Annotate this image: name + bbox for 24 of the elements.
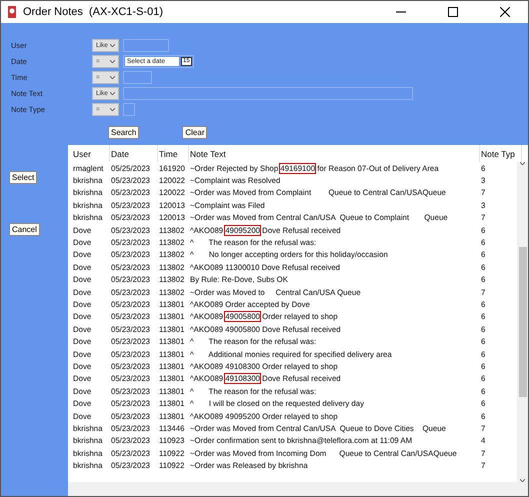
clear-button[interactable]: Clear bbox=[182, 126, 208, 139]
chevron-down-icon bbox=[110, 76, 115, 78]
maximize-icon bbox=[448, 7, 458, 17]
column-header[interactable]: User bbox=[72, 145, 110, 162]
filter-input[interactable] bbox=[123, 38, 169, 52]
filter-input[interactable] bbox=[123, 70, 152, 84]
chevron-down-icon bbox=[110, 92, 115, 94]
cancel-button[interactable]: Cancel bbox=[9, 223, 40, 236]
search-button[interactable]: Search bbox=[108, 126, 140, 139]
window-title: Order Notes (AX-XC1-S-01) bbox=[23, 6, 164, 18]
column-header[interactable]: Time bbox=[158, 145, 189, 162]
horizontal-scrollbar[interactable] bbox=[68, 482, 528, 496]
column-header[interactable]: Note Text bbox=[189, 145, 480, 162]
app-logo-icon bbox=[7, 6, 17, 18]
filter-input[interactable] bbox=[123, 86, 413, 100]
chevron-down-icon bbox=[520, 479, 525, 482]
chevron-down-icon bbox=[110, 44, 115, 46]
column-header[interactable]: Date bbox=[110, 145, 158, 162]
chevron-down-icon bbox=[110, 108, 115, 110]
close-icon bbox=[500, 7, 510, 17]
filter-input[interactable] bbox=[123, 102, 135, 116]
chevron-down-icon bbox=[110, 60, 115, 62]
select-button[interactable]: Select bbox=[9, 171, 38, 184]
vertical-scrollbar[interactable] bbox=[517, 162, 528, 482]
